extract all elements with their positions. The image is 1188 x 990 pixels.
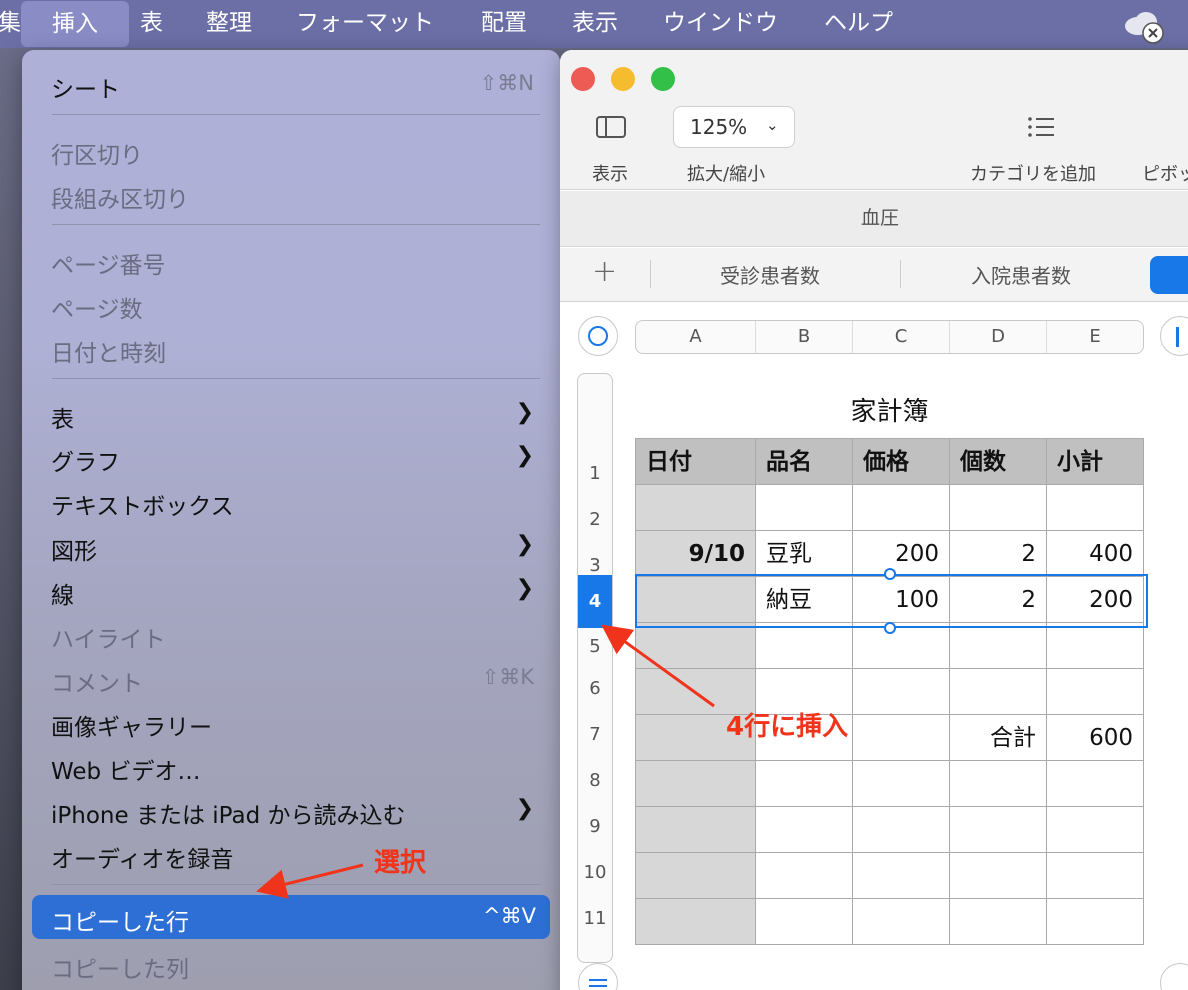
annotation-select-label: 選択 <box>374 848 427 878</box>
annotation-arrow-insert <box>601 624 715 708</box>
annotation-insert-label: 4行に挿入 <box>726 712 849 742</box>
annotation-arrows <box>256 624 715 899</box>
annotation-arrow-select <box>256 863 364 899</box>
